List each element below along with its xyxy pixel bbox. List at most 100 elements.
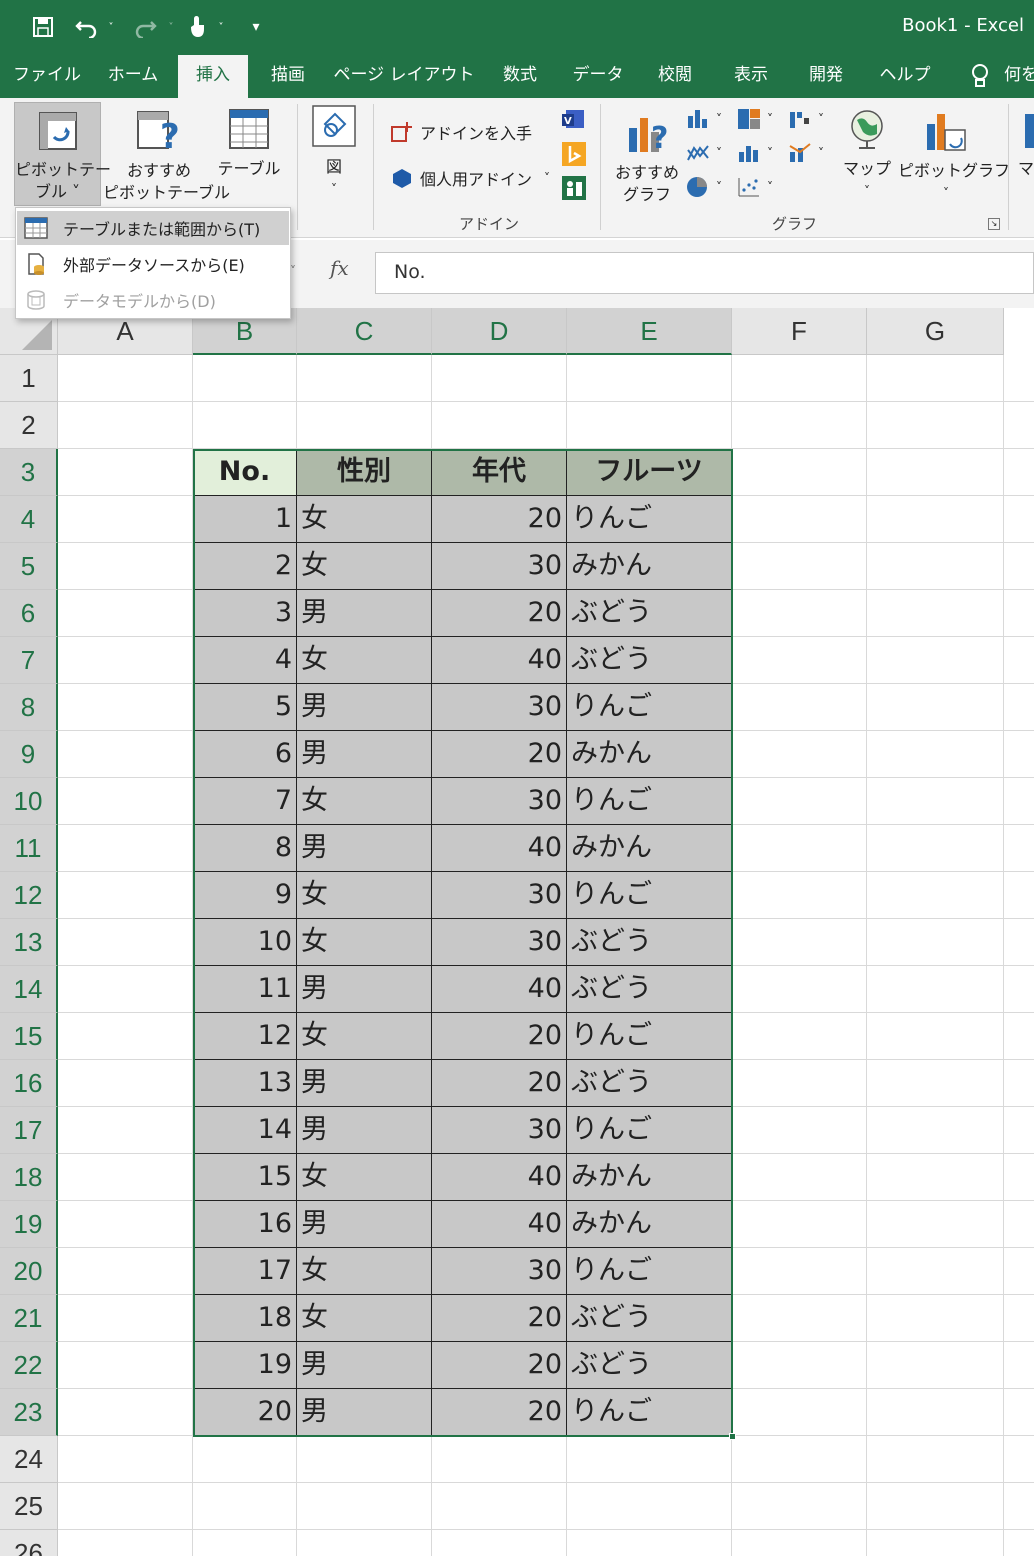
table-cell[interactable]: ぶどう: [567, 1060, 732, 1107]
tab-home[interactable]: ホーム: [96, 55, 170, 98]
table-cell[interactable]: 男: [297, 966, 432, 1013]
waterfall-chart-button[interactable]: ˅: [788, 108, 824, 130]
row-header-22[interactable]: 22: [0, 1342, 58, 1389]
row-header-20[interactable]: 20: [0, 1248, 58, 1295]
table-cell[interactable]: 5: [193, 684, 297, 731]
combo-chart-button[interactable]: ˅: [788, 142, 824, 164]
illustrations-button[interactable]: 図 ˅: [308, 104, 360, 200]
menu-item-from-table-range[interactable]: テーブルまたは範囲から(T): [17, 211, 289, 245]
row-header-9[interactable]: 9: [0, 731, 58, 778]
row-header-19[interactable]: 19: [0, 1201, 58, 1248]
fill-handle[interactable]: [729, 1433, 736, 1440]
table-cell[interactable]: 4: [193, 637, 297, 684]
table-cell[interactable]: りんご: [567, 684, 732, 731]
table-cell[interactable]: ぶどう: [567, 1295, 732, 1342]
table-cell[interactable]: 女: [297, 543, 432, 590]
table-cell[interactable]: 女: [297, 1154, 432, 1201]
tab-review[interactable]: 校閲: [644, 55, 706, 98]
table-cell[interactable]: 19: [193, 1342, 297, 1389]
table-cell[interactable]: ぶどう: [567, 919, 732, 966]
tab-file[interactable]: ファイル: [8, 55, 86, 98]
table-cell[interactable]: りんご: [567, 496, 732, 543]
tours-button[interactable]: マ: [1016, 110, 1034, 180]
table-cell[interactable]: 20: [432, 1389, 567, 1436]
row-header-4[interactable]: 4: [0, 496, 58, 543]
row-header-21[interactable]: 21: [0, 1295, 58, 1342]
get-addins-button[interactable]: アドインを入手: [390, 120, 532, 144]
recommended-pivot-button[interactable]: ? おすすめ ピボットテーブル: [103, 108, 230, 204]
table-cell[interactable]: 12: [193, 1013, 297, 1060]
row-header-8[interactable]: 8: [0, 684, 58, 731]
statistic-chart-button[interactable]: ˅: [737, 142, 773, 164]
table-cell[interactable]: 6: [193, 731, 297, 778]
lightbulb-icon[interactable]: [966, 55, 994, 98]
tab-draw[interactable]: 描画: [258, 55, 318, 98]
table-cell[interactable]: 20: [432, 1013, 567, 1060]
hierarchy-chart-button[interactable]: ˅: [737, 108, 773, 130]
pie-chart-button[interactable]: ˅: [686, 176, 722, 198]
table-cell[interactable]: 9: [193, 872, 297, 919]
table-cell[interactable]: りんご: [567, 1013, 732, 1060]
table-cell[interactable]: ぶどう: [567, 637, 732, 684]
table-cell[interactable]: 男: [297, 1389, 432, 1436]
table-cell[interactable]: 11: [193, 966, 297, 1013]
row-header-15[interactable]: 15: [0, 1013, 58, 1060]
table-cell[interactable]: 20: [432, 731, 567, 778]
table-cell[interactable]: りんご: [567, 872, 732, 919]
tab-developer[interactable]: 開発: [796, 55, 856, 98]
tab-help[interactable]: ヘルプ: [868, 55, 942, 98]
table-cell[interactable]: りんご: [567, 1389, 732, 1436]
bing-icon[interactable]: [562, 142, 586, 166]
undo-dropdown-icon[interactable]: ˅: [104, 12, 118, 42]
table-cell[interactable]: 女: [297, 1013, 432, 1060]
line-chart-button[interactable]: ˅: [686, 142, 722, 164]
row-header-12[interactable]: 12: [0, 872, 58, 919]
table-header-cell[interactable]: 性別: [297, 449, 432, 496]
table-cell[interactable]: 40: [432, 637, 567, 684]
table-cell[interactable]: 8: [193, 825, 297, 872]
table-cell[interactable]: 3: [193, 590, 297, 637]
row-header-3[interactable]: 3: [0, 449, 58, 496]
table-cell[interactable]: 女: [297, 778, 432, 825]
table-cell[interactable]: みかん: [567, 731, 732, 778]
table-cell[interactable]: 20: [432, 1295, 567, 1342]
table-cell[interactable]: 16: [193, 1201, 297, 1248]
row-header-6[interactable]: 6: [0, 590, 58, 637]
recommended-charts-button[interactable]: ? おすすめ グラフ: [612, 108, 682, 206]
row-header-10[interactable]: 10: [0, 778, 58, 825]
table-cell[interactable]: 女: [297, 637, 432, 684]
table-cell[interactable]: 30: [432, 1107, 567, 1154]
table-cell[interactable]: ぶどう: [567, 966, 732, 1013]
pivot-chart-button[interactable]: ピボットグラフ ˅: [898, 108, 1010, 204]
column-chart-button[interactable]: ˅: [686, 108, 722, 130]
table-cell[interactable]: みかん: [567, 543, 732, 590]
table-cell[interactable]: 15: [193, 1154, 297, 1201]
table-cell[interactable]: 30: [432, 778, 567, 825]
menu-item-from-data-model[interactable]: データモデルから(D): [17, 283, 289, 317]
row-header-1[interactable]: 1: [0, 355, 58, 402]
row-header-26[interactable]: 26: [0, 1530, 58, 1556]
row-header-16[interactable]: 16: [0, 1060, 58, 1107]
tab-data[interactable]: データ: [564, 55, 632, 98]
row-header-11[interactable]: 11: [0, 825, 58, 872]
row-header-13[interactable]: 13: [0, 919, 58, 966]
column-header-d[interactable]: D: [432, 308, 567, 355]
charts-dialog-launcher-icon[interactable]: ↘: [988, 218, 1000, 230]
table-header-cell[interactable]: 年代: [432, 449, 567, 496]
table-header-cell[interactable]: No.: [193, 449, 297, 496]
table-cell[interactable]: 女: [297, 496, 432, 543]
table-cell[interactable]: 20: [432, 1060, 567, 1107]
save-icon[interactable]: [28, 12, 58, 42]
table-cell[interactable]: 女: [297, 1248, 432, 1295]
row-header-18[interactable]: 18: [0, 1154, 58, 1201]
table-cell[interactable]: 男: [297, 590, 432, 637]
tab-insert[interactable]: 挿入: [178, 55, 248, 98]
tab-page-layout[interactable]: ページ レイアウト: [330, 55, 478, 98]
table-cell[interactable]: 30: [432, 1248, 567, 1295]
table-cell[interactable]: 男: [297, 1107, 432, 1154]
table-cell[interactable]: 男: [297, 731, 432, 778]
table-cell[interactable]: 7: [193, 778, 297, 825]
table-cell[interactable]: 17: [193, 1248, 297, 1295]
row-header-2[interactable]: 2: [0, 402, 58, 449]
table-cell[interactable]: ぶどう: [567, 1342, 732, 1389]
